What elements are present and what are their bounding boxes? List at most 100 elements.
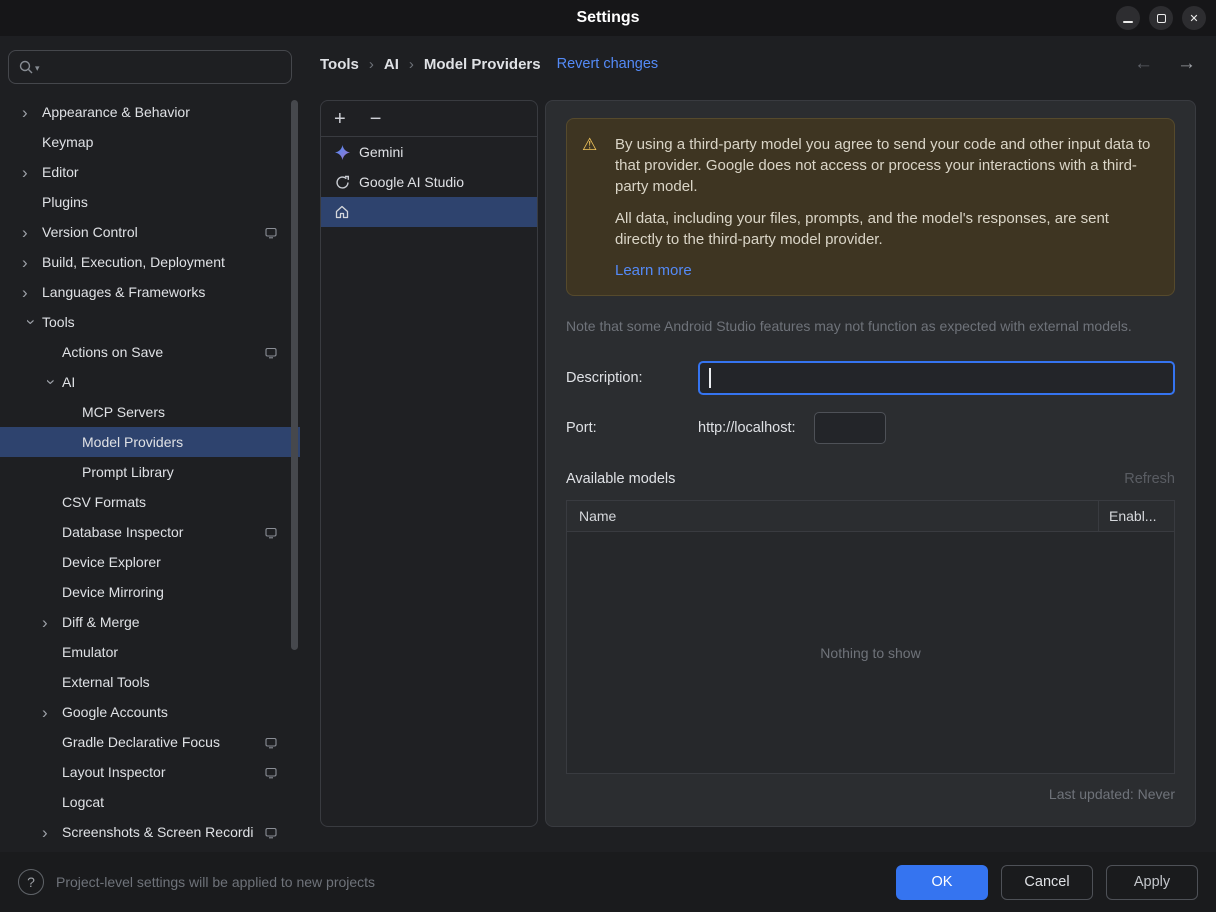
window-controls: ✕ — [1116, 6, 1206, 30]
available-models-row: Available models Refresh — [566, 471, 1175, 487]
sidebar-item-diff-merge[interactable]: › Diff & Merge — [0, 607, 300, 637]
sidebar-item-actions-on-save[interactable]: Actions on Save — [0, 337, 300, 367]
sidebar-item-logcat[interactable]: Logcat — [0, 787, 300, 817]
shared-settings-icon — [265, 226, 277, 239]
sidebar-item-label: CSV Formats — [62, 494, 147, 510]
sidebar-item-build-execution-deployment[interactable]: › Build, Execution, Deployment — [0, 247, 300, 277]
forward-arrow-icon[interactable]: → — [1177, 53, 1196, 75]
back-arrow-icon[interactable]: ← — [1134, 53, 1153, 75]
search-input[interactable] — [46, 59, 282, 75]
chevron-right-icon[interactable]: › — [22, 162, 42, 182]
sidebar-item-label: Appearance & Behavior — [42, 104, 190, 120]
sidebar-item-external-tools[interactable]: External Tools — [0, 667, 300, 697]
close-button[interactable]: ✕ — [1182, 6, 1206, 30]
warning-paragraph: By using a third-party model you agree t… — [615, 136, 1151, 195]
sidebar-item-emulator[interactable]: Emulator — [0, 637, 300, 667]
column-header-enabled[interactable]: Enabl... — [1098, 501, 1174, 531]
help-button[interactable]: ? — [18, 869, 44, 895]
provider-list-panel: + − Gemini Google AI Studio — [320, 100, 538, 827]
last-updated-text: Last updated: Never — [1048, 786, 1175, 802]
sidebar-item-label: Version Control — [42, 224, 138, 240]
third-party-warning-banner: ⚠ By using a third-party model you agree… — [566, 118, 1175, 296]
sidebar-item-csv-formats[interactable]: CSV Formats — [0, 487, 300, 517]
chevron-right-icon[interactable]: › — [42, 612, 62, 632]
sidebar-item-google-accounts[interactable]: › Google Accounts — [0, 697, 300, 727]
chevron-right-icon[interactable]: › — [22, 282, 42, 302]
sidebar-item-database-inspector[interactable]: Database Inspector — [0, 517, 300, 547]
sidebar-item-layout-inspector[interactable]: Layout Inspector — [0, 757, 300, 787]
provider-item-new[interactable] — [321, 197, 537, 227]
chevron-right-icon[interactable]: › — [22, 102, 42, 122]
sidebar-item-label: Plugins — [42, 194, 88, 210]
sidebar-item-tools[interactable]: › Tools — [0, 307, 300, 337]
sidebar-item-label: Model Providers — [82, 434, 184, 450]
chevron-right-icon[interactable]: › — [42, 822, 62, 842]
shared-settings-icon — [265, 526, 277, 539]
sidebar-scrollbar[interactable] — [291, 100, 298, 650]
maximize-icon — [1156, 13, 1166, 23]
apply-button[interactable]: Apply — [1106, 864, 1198, 900]
settings-tree: › Appearance & Behavior Keymap › Editor … — [0, 97, 300, 852]
sidebar-item-mcp-servers[interactable]: MCP Servers — [0, 397, 300, 427]
breadcrumb-ai[interactable]: AI — [384, 56, 399, 73]
add-provider-button[interactable]: + — [334, 109, 346, 129]
sidebar-item-plugins[interactable]: Plugins — [0, 187, 300, 217]
dialog-footer: ? Project-level settings will be applied… — [0, 852, 1216, 912]
provider-item-gemini[interactable]: Gemini — [321, 137, 537, 167]
sidebar-item-device-mirroring[interactable]: Device Mirroring — [0, 577, 300, 607]
chevron-right-icon[interactable]: › — [42, 702, 62, 722]
chevron-down-icon[interactable]: › — [22, 312, 42, 332]
sidebar-item-prompt-library[interactable]: Prompt Library — [0, 457, 300, 487]
breadcrumb-tools[interactable]: Tools — [320, 56, 359, 73]
settings-search[interactable]: ▾ — [8, 50, 292, 84]
sidebar-item-label: Emulator — [62, 644, 119, 660]
minimize-button[interactable] — [1116, 6, 1140, 30]
sidebar-item-languages-frameworks[interactable]: › Languages & Frameworks — [0, 277, 300, 307]
text-caret — [709, 368, 711, 388]
sidebar-item-appearance-behavior[interactable]: › Appearance & Behavior — [0, 97, 300, 127]
sidebar-item-device-explorer[interactable]: Device Explorer — [0, 547, 300, 577]
sidebar-item-version-control[interactable]: › Version Control — [0, 217, 300, 247]
sidebar-item-label: MCP Servers — [82, 404, 165, 420]
column-header-name[interactable]: Name — [567, 501, 1098, 531]
port-field[interactable] — [813, 412, 886, 444]
sidebar-item-ai[interactable]: › AI — [0, 367, 300, 397]
maximize-button[interactable] — [1149, 6, 1173, 30]
minimize-icon — [1123, 20, 1133, 23]
sidebar-item-screenshots-screen-recording[interactable]: › Screenshots & Screen Recordi — [0, 817, 300, 847]
sidebar-item-label: External Tools — [62, 674, 150, 690]
breadcrumb-separator-icon: › — [368, 55, 374, 73]
sidebar-item-editor[interactable]: › Editor — [0, 157, 300, 187]
sidebar-item-gradle-declarative-focus[interactable]: Gradle Declarative Focus — [0, 727, 300, 757]
sidebar-item-model-providers[interactable]: Model Providers — [0, 427, 300, 457]
description-field-wrap — [698, 361, 1175, 395]
sidebar-item-keymap[interactable]: Keymap — [0, 127, 300, 157]
ok-button[interactable]: OK — [896, 864, 988, 900]
external-models-note: Note that some Android Studio features m… — [566, 318, 1132, 334]
sidebar-item-label: Google Accounts — [62, 704, 168, 720]
provider-item-google-ai-studio[interactable]: Google AI Studio — [321, 167, 537, 197]
cancel-button[interactable]: Cancel — [1001, 864, 1093, 900]
search-icon — [18, 59, 34, 75]
description-field[interactable] — [698, 361, 1175, 395]
description-label: Description: — [566, 370, 643, 386]
warning-icon: ⚠ — [582, 135, 598, 154]
learn-more-link[interactable]: Learn more — [615, 262, 692, 279]
revert-changes-link[interactable]: Revert changes — [557, 56, 659, 72]
chevron-down-icon[interactable]: › — [42, 372, 62, 392]
shared-settings-icon — [265, 346, 277, 359]
chevron-right-icon[interactable]: › — [22, 222, 42, 242]
remove-provider-button[interactable]: − — [370, 109, 382, 129]
google-ai-studio-icon — [334, 174, 350, 190]
chevron-right-icon[interactable]: › — [22, 252, 42, 272]
breadcrumb-model-providers[interactable]: Model Providers — [424, 56, 541, 73]
refresh-button[interactable]: Refresh — [1124, 471, 1175, 487]
shared-settings-icon — [265, 826, 277, 839]
models-table: Name Enabl... Nothing to show — [566, 500, 1175, 774]
models-table-header: Name Enabl... — [567, 501, 1174, 532]
